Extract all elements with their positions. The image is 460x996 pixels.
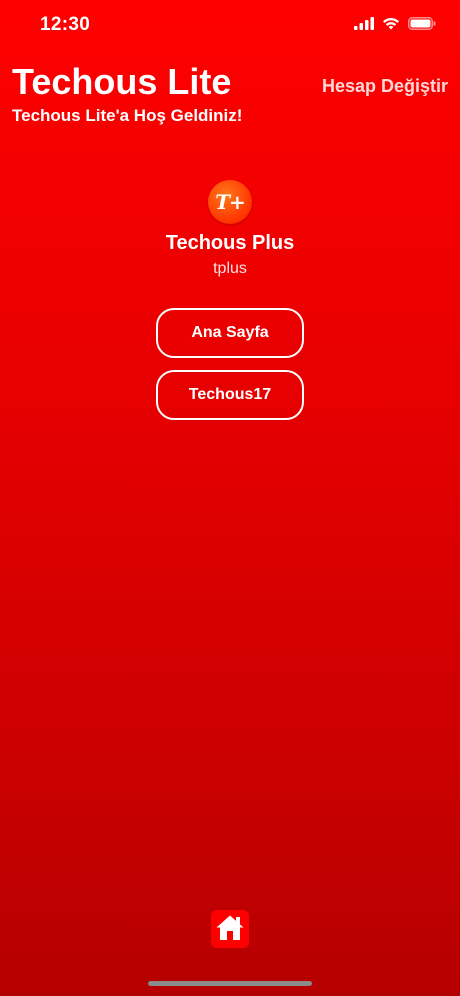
cellular-signal-icon bbox=[354, 17, 374, 35]
wifi-icon bbox=[382, 17, 400, 35]
avatar: T+ bbox=[208, 180, 252, 224]
status-time: 12:30 bbox=[40, 14, 91, 35]
welcome-subtitle: Techous Lite'a Hoş Geldiniz! bbox=[12, 106, 243, 125]
header: Techous Lite Techous Lite'a Hoş Geldiniz… bbox=[12, 60, 448, 130]
home-indicator bbox=[148, 981, 312, 986]
techous17-button[interactable]: Techous17 bbox=[156, 370, 304, 420]
app-title: Techous Lite bbox=[12, 61, 232, 102]
home-page-button[interactable]: Ana Sayfa bbox=[156, 308, 304, 358]
status-bar: 12:30 bbox=[0, 0, 460, 52]
action-buttons: Ana Sayfa Techous17 bbox=[0, 308, 460, 420]
status-icons bbox=[354, 17, 436, 35]
profile-section: T+ Techous Plus tplus bbox=[0, 180, 460, 278]
home-icon bbox=[215, 914, 245, 945]
avatar-logo-text: T+ bbox=[215, 190, 246, 214]
switch-account-button[interactable]: Hesap Değiştir bbox=[322, 76, 448, 97]
profile-handle: tplus bbox=[213, 260, 247, 277]
profile-name: Techous Plus bbox=[165, 232, 295, 254]
home-tab-button[interactable] bbox=[211, 910, 249, 948]
battery-icon bbox=[408, 17, 436, 35]
